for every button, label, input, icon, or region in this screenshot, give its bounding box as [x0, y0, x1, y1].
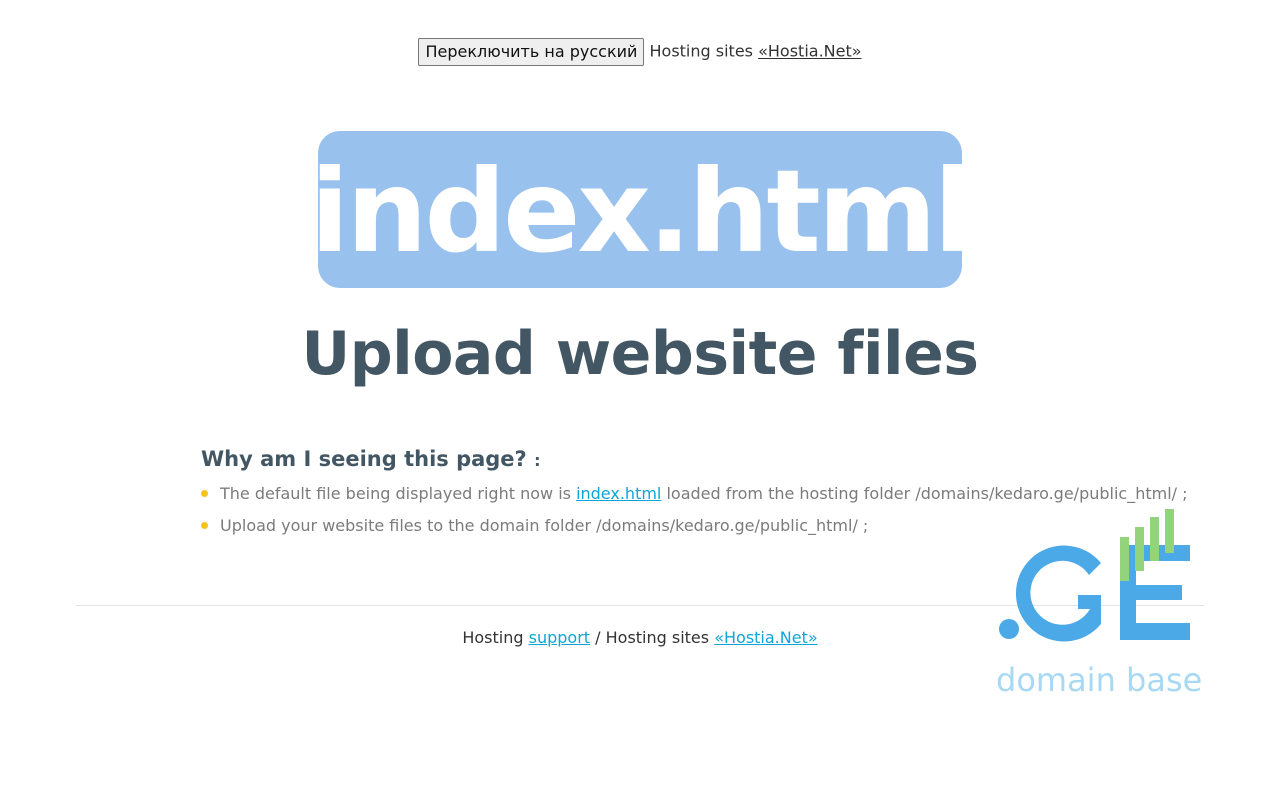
reason-1-before: The default file being displayed right n…	[220, 484, 571, 503]
support-link[interactable]: support	[529, 628, 590, 647]
hero-filename-banner: index.html	[310, 131, 973, 288]
switch-language-button[interactable]: Переключить на русский	[418, 37, 645, 66]
index-file-link[interactable]: index.html	[576, 484, 661, 503]
footer-separator-text: / Hosting sites	[595, 628, 710, 647]
hostia-link-footer[interactable]: «Hostia.Net»	[714, 628, 817, 647]
bullet-dot-icon	[201, 490, 208, 497]
footer-hosting-text: Hosting	[462, 628, 524, 647]
bullet-dot-icon	[201, 522, 208, 529]
explanation-colon: :	[534, 451, 541, 470]
top-bar: Переключить на русский Hosting sites «Ho…	[0, 37, 1280, 66]
ge-domain-logo: domain base	[990, 505, 1203, 700]
explanation-heading: Why am I seeing this page? :	[201, 445, 540, 475]
ge-mark-icon	[999, 509, 1190, 642]
ge-logo-tagline: domain base	[996, 661, 1203, 699]
explanation-question: Why am I seeing this page?	[201, 447, 527, 471]
reason-1-after: loaded from the hosting folder /domains/…	[666, 484, 1188, 503]
reason-2-text: Upload your website files to the domain …	[220, 516, 869, 535]
hosting-sites-text: Hosting sites	[649, 41, 754, 61]
hero-filename: index.html	[310, 144, 973, 278]
hostia-link-top[interactable]: «Hostia.Net»	[758, 42, 861, 61]
page-title: Upload website files	[301, 319, 979, 389]
